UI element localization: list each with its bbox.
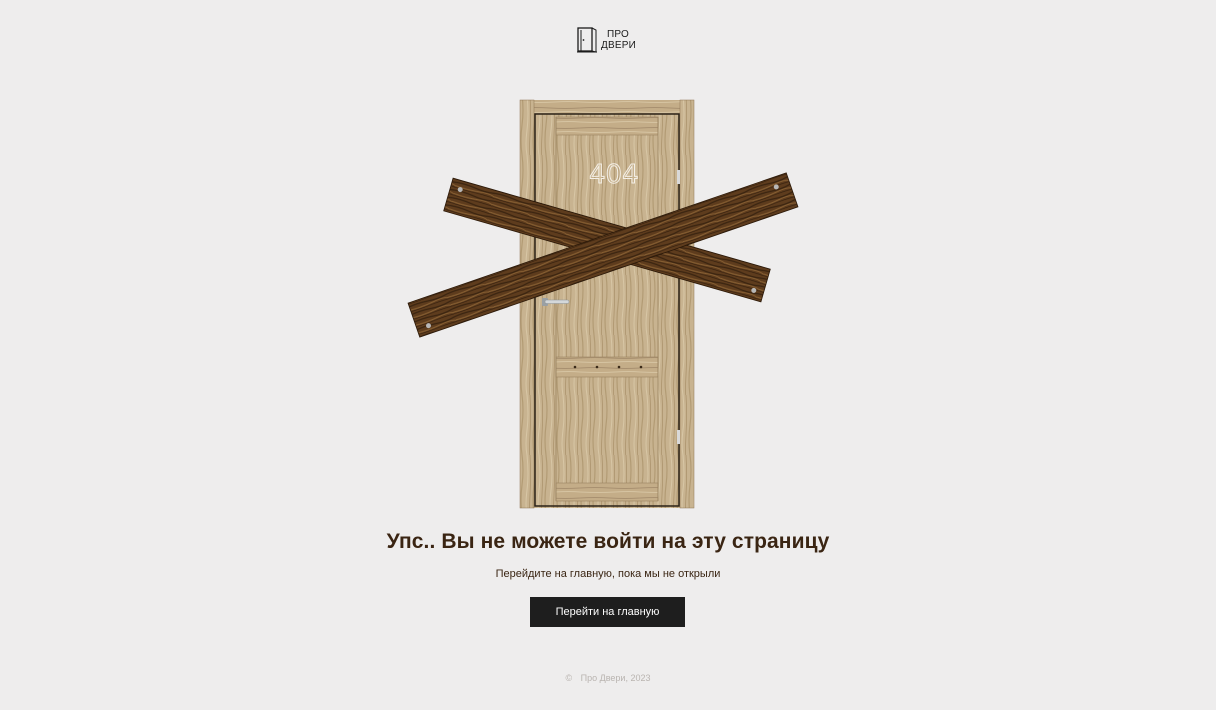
- copyright-symbol: ©: [565, 673, 573, 683]
- page-subtitle: Перейдите на главную, пока мы не открыли: [495, 568, 721, 580]
- door: 404: [519, 99, 695, 509]
- go-home-button[interactable]: Перейти на главную: [530, 597, 685, 627]
- logo-text: ПРО ДВЕРИ: [601, 29, 636, 51]
- boarded-door-illustration: 404: [407, 99, 799, 509]
- footer-copyright: © Про Двери, 2023: [0, 673, 1216, 683]
- page-title: Упс.. Вы не можете войти на эту страницу: [386, 530, 830, 553]
- copyright-text: Про Двери, 2023: [580, 673, 651, 683]
- door-icon: [577, 27, 597, 53]
- logo-link[interactable]: ПРО ДВЕРИ: [577, 26, 641, 54]
- logo-line1: ПРО: [607, 29, 630, 40]
- logo-line2: ДВЕРИ: [601, 40, 636, 51]
- error-page: ПРО ДВЕРИ 404 Упс.. Вы не можете войти н…: [0, 0, 1216, 710]
- door-number-text: 404: [589, 160, 639, 190]
